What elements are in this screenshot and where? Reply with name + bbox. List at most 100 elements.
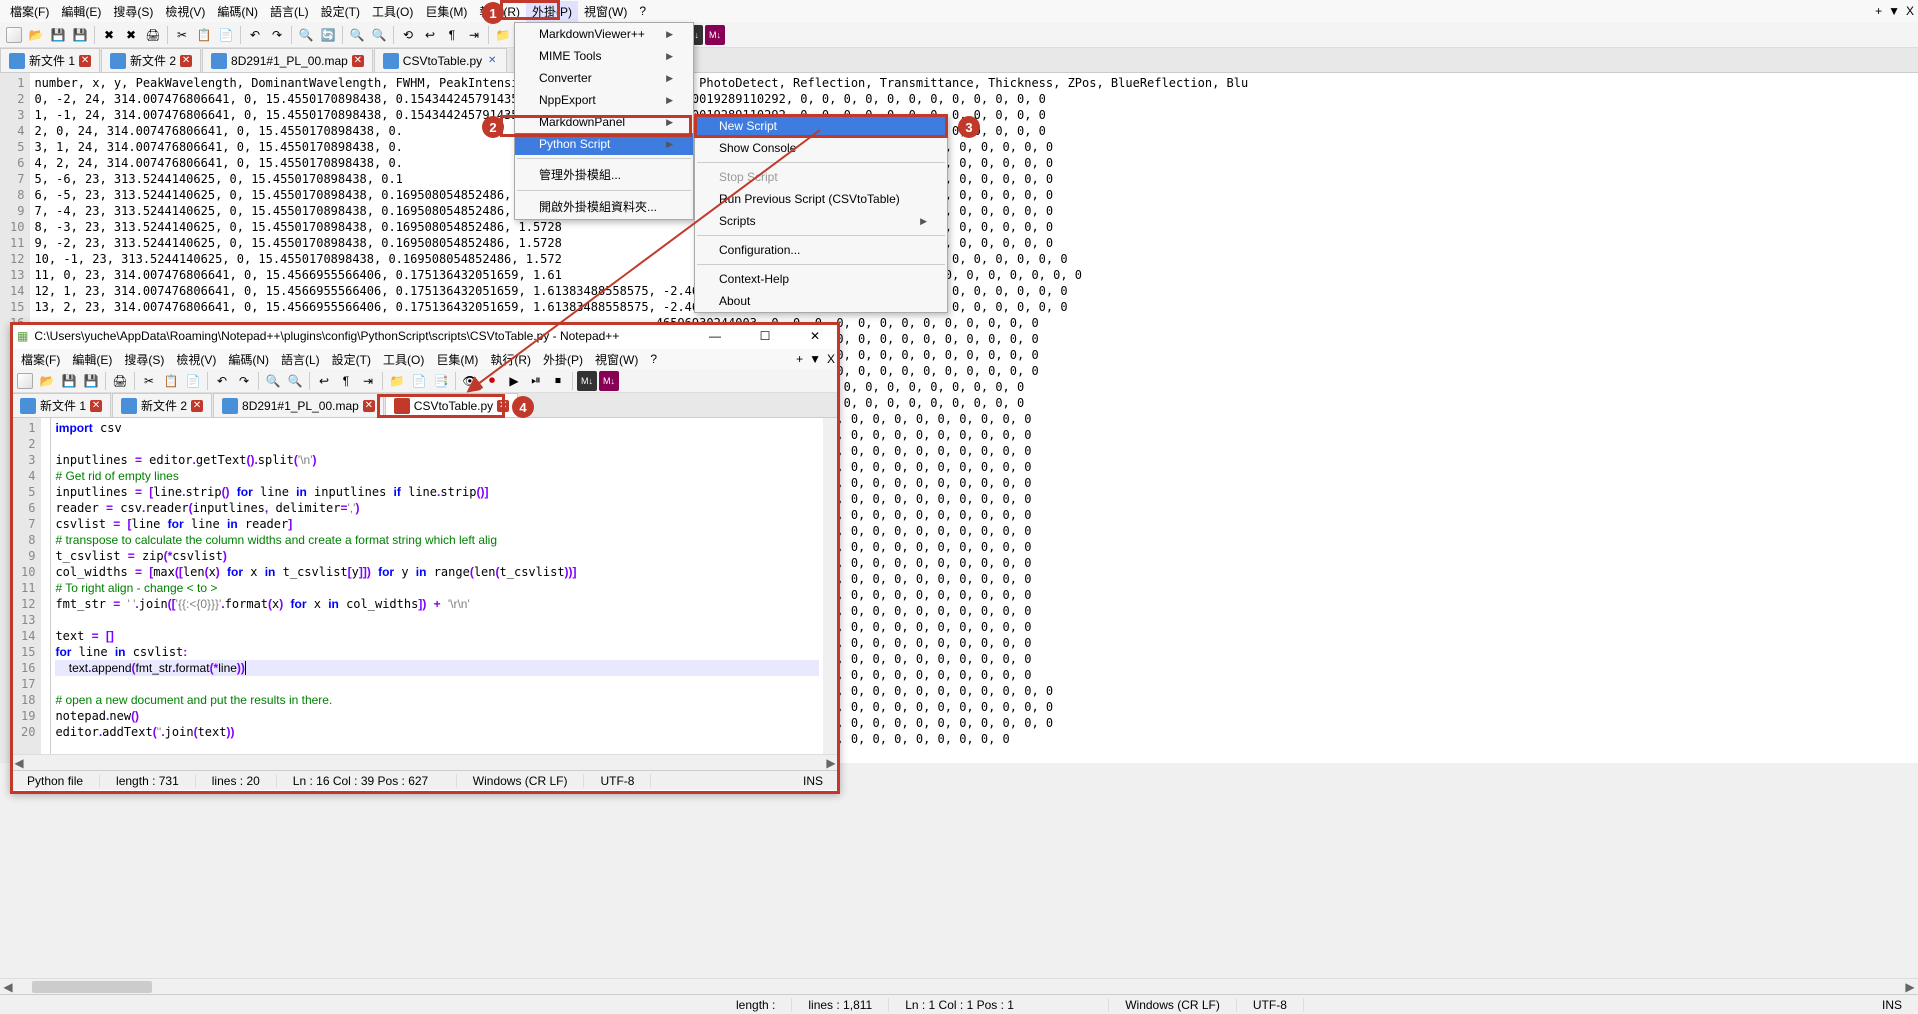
tab-close-icon[interactable]: ✕ [352,55,364,67]
dd-markdownviewer[interactable]: MarkdownViewer++ [515,23,693,45]
sub-doc-icon[interactable]: 📄 [409,371,429,391]
menu-language[interactable]: 語言(L) [264,1,315,22]
md2-icon[interactable]: M↓ [705,25,725,45]
undo-icon[interactable]: ↶ [245,25,265,45]
menu-encoding[interactable]: 編碼(N) [211,1,264,22]
menu-macro[interactable]: 巨集(M) [419,1,473,22]
wrap-icon[interactable]: ↩ [420,25,440,45]
scroll-left-icon[interactable]: ◀ [0,980,16,994]
menu-dropdown[interactable]: ▼ [1888,4,1900,18]
disk-icon [20,398,36,414]
sub-wrap-icon[interactable]: ↩ [314,371,334,391]
sub-vscroll[interactable] [823,418,839,754]
sub-indent-icon[interactable]: ⇥ [358,371,378,391]
menu-search[interactable]: 搜尋(S) [107,1,159,22]
sub-menu-encoding[interactable]: 編碼(N) [222,349,275,370]
main-tabbar: 新文件 1✕新文件 2✕8D291#1_PL_00.map✕CSVtoTable… [0,48,1918,73]
save-icon[interactable]: 💾 [48,25,68,45]
sub-find-icon[interactable]: 🔍 [263,371,283,391]
menu-plus[interactable]: + [1875,4,1882,18]
sub-sb-eol: Windows (CR LF) [457,774,585,788]
sub-menu-view[interactable]: 檢視(V) [170,349,222,370]
sub-tab-2[interactable]: 8D291#1_PL_00.map✕ [213,393,384,417]
zoom-out-icon[interactable]: 🔍 [369,25,389,45]
tab-2[interactable]: 8D291#1_PL_00.map✕ [202,48,373,72]
dd-nppexport[interactable]: NppExport [515,89,693,111]
sub-save-icon[interactable]: 💾 [59,371,79,391]
menu-view[interactable]: 檢視(V) [159,1,211,22]
find-icon[interactable]: 🔍 [296,25,316,45]
scroll-right-icon[interactable]: ▶ [1902,980,1918,994]
sub-editor: 1234567891011121314151617181920 import c… [11,418,839,754]
callout-4: 4 [512,396,534,418]
paste-icon[interactable]: 📄 [216,25,236,45]
sub-hscroll[interactable]: ◀ ▶ [11,754,839,770]
open-file-icon[interactable]: 📂 [26,25,46,45]
close-all-icon[interactable]: ✖ [121,25,141,45]
sub-print-icon[interactable]: 🖨 [110,371,130,391]
sub-gutter: 1234567891011121314151617181920 [11,418,41,754]
sub-new-icon[interactable] [15,371,35,391]
cut-icon[interactable]: ✂ [172,25,192,45]
sub-menu-tools[interactable]: 工具(O) [377,349,430,370]
sub-menu-settings[interactable]: 設定(T) [326,349,377,370]
sub-func-icon[interactable]: 📑 [431,371,451,391]
zoom-in-icon[interactable]: 🔍 [347,25,367,45]
sub-scroll-right-icon[interactable]: ▶ [823,756,839,770]
tab-label: 新文件 1 [29,52,75,69]
sub-tab-1[interactable]: 新文件 2✕ [112,393,212,417]
sub-chars-icon[interactable]: ¶ [336,371,356,391]
chars-icon[interactable]: ¶ [442,25,462,45]
close-icon[interactable]: ✖ [99,25,119,45]
redo-icon[interactable]: ↷ [267,25,287,45]
menu-help[interactable]: ? [633,2,652,20]
sub-tab-0[interactable]: 新文件 1✕ [11,393,111,417]
menu-plugins[interactable]: 外掛(P) [526,1,578,22]
menu-close[interactable]: X [1906,4,1914,18]
sync-icon[interactable]: ⟲ [398,25,418,45]
menu-window[interactable]: 視窗(W) [578,1,633,22]
sub-open-icon[interactable]: 📂 [37,371,57,391]
dd-mimetools[interactable]: MIME Tools [515,45,693,67]
sub-zoom-icon[interactable]: 🔍 [285,371,305,391]
tab-close-icon[interactable]: ✕ [180,55,192,67]
menu-settings[interactable]: 設定(T) [315,1,366,22]
sub-menu-edit[interactable]: 編輯(E) [66,349,118,370]
main-hscroll[interactable]: ◀ ▶ [0,978,1918,994]
sub-code[interactable]: import csvinputlines = editor.getText().… [51,418,823,754]
tab-close-icon[interactable]: ✕ [191,400,203,412]
tab-close-icon[interactable]: ✕ [79,55,91,67]
menu-edit[interactable]: 編輯(E) [55,1,107,22]
menu-tools[interactable]: 工具(O) [366,1,419,22]
tab-close-icon[interactable]: ✕ [363,400,375,412]
sub-menu-search[interactable]: 搜尋(S) [118,349,170,370]
scroll-thumb[interactable] [32,981,152,993]
tab-3[interactable]: CSVtoTable.py✕ [374,48,507,72]
callout-3: 3 [958,116,980,138]
indent-icon[interactable]: ⇥ [464,25,484,45]
sub-fold-icon[interactable]: 📁 [387,371,407,391]
tab-close-icon[interactable]: ✕ [486,55,498,67]
sub-menu-language[interactable]: 語言(L) [275,349,326,370]
sub-scroll-left-icon[interactable]: ◀ [11,756,27,770]
tab-1[interactable]: 新文件 2✕ [101,48,201,72]
sub-cut-icon[interactable]: ✂ [139,371,159,391]
sub-undo-icon[interactable]: ↶ [212,371,232,391]
sub-copy-icon[interactable]: 📋 [161,371,181,391]
copy-icon[interactable]: 📋 [194,25,214,45]
replace-icon[interactable]: 🔄 [318,25,338,45]
tab-close-icon[interactable]: ✕ [90,400,102,412]
sub-sb-position: Ln : 16 Col : 39 Pos : 627 [277,774,457,788]
save-all-icon[interactable]: 💾 [70,25,90,45]
sub-menu-file[interactable]: 檔案(F) [15,349,66,370]
menu-file[interactable]: 檔案(F) [4,1,55,22]
print-icon[interactable]: 🖨 [143,25,163,45]
dd-converter[interactable]: Converter [515,67,693,89]
tab-0[interactable]: 新文件 1 ✕ [0,48,100,72]
sub-paste-icon[interactable]: 📄 [183,371,203,391]
sb-lines: lines : 1,811 [792,998,889,1012]
sub-redo-icon[interactable]: ↷ [234,371,254,391]
folder-icon[interactable]: 📁 [493,25,513,45]
new-file-icon[interactable] [4,25,24,45]
sub-saveall-icon[interactable]: 💾 [81,371,101,391]
